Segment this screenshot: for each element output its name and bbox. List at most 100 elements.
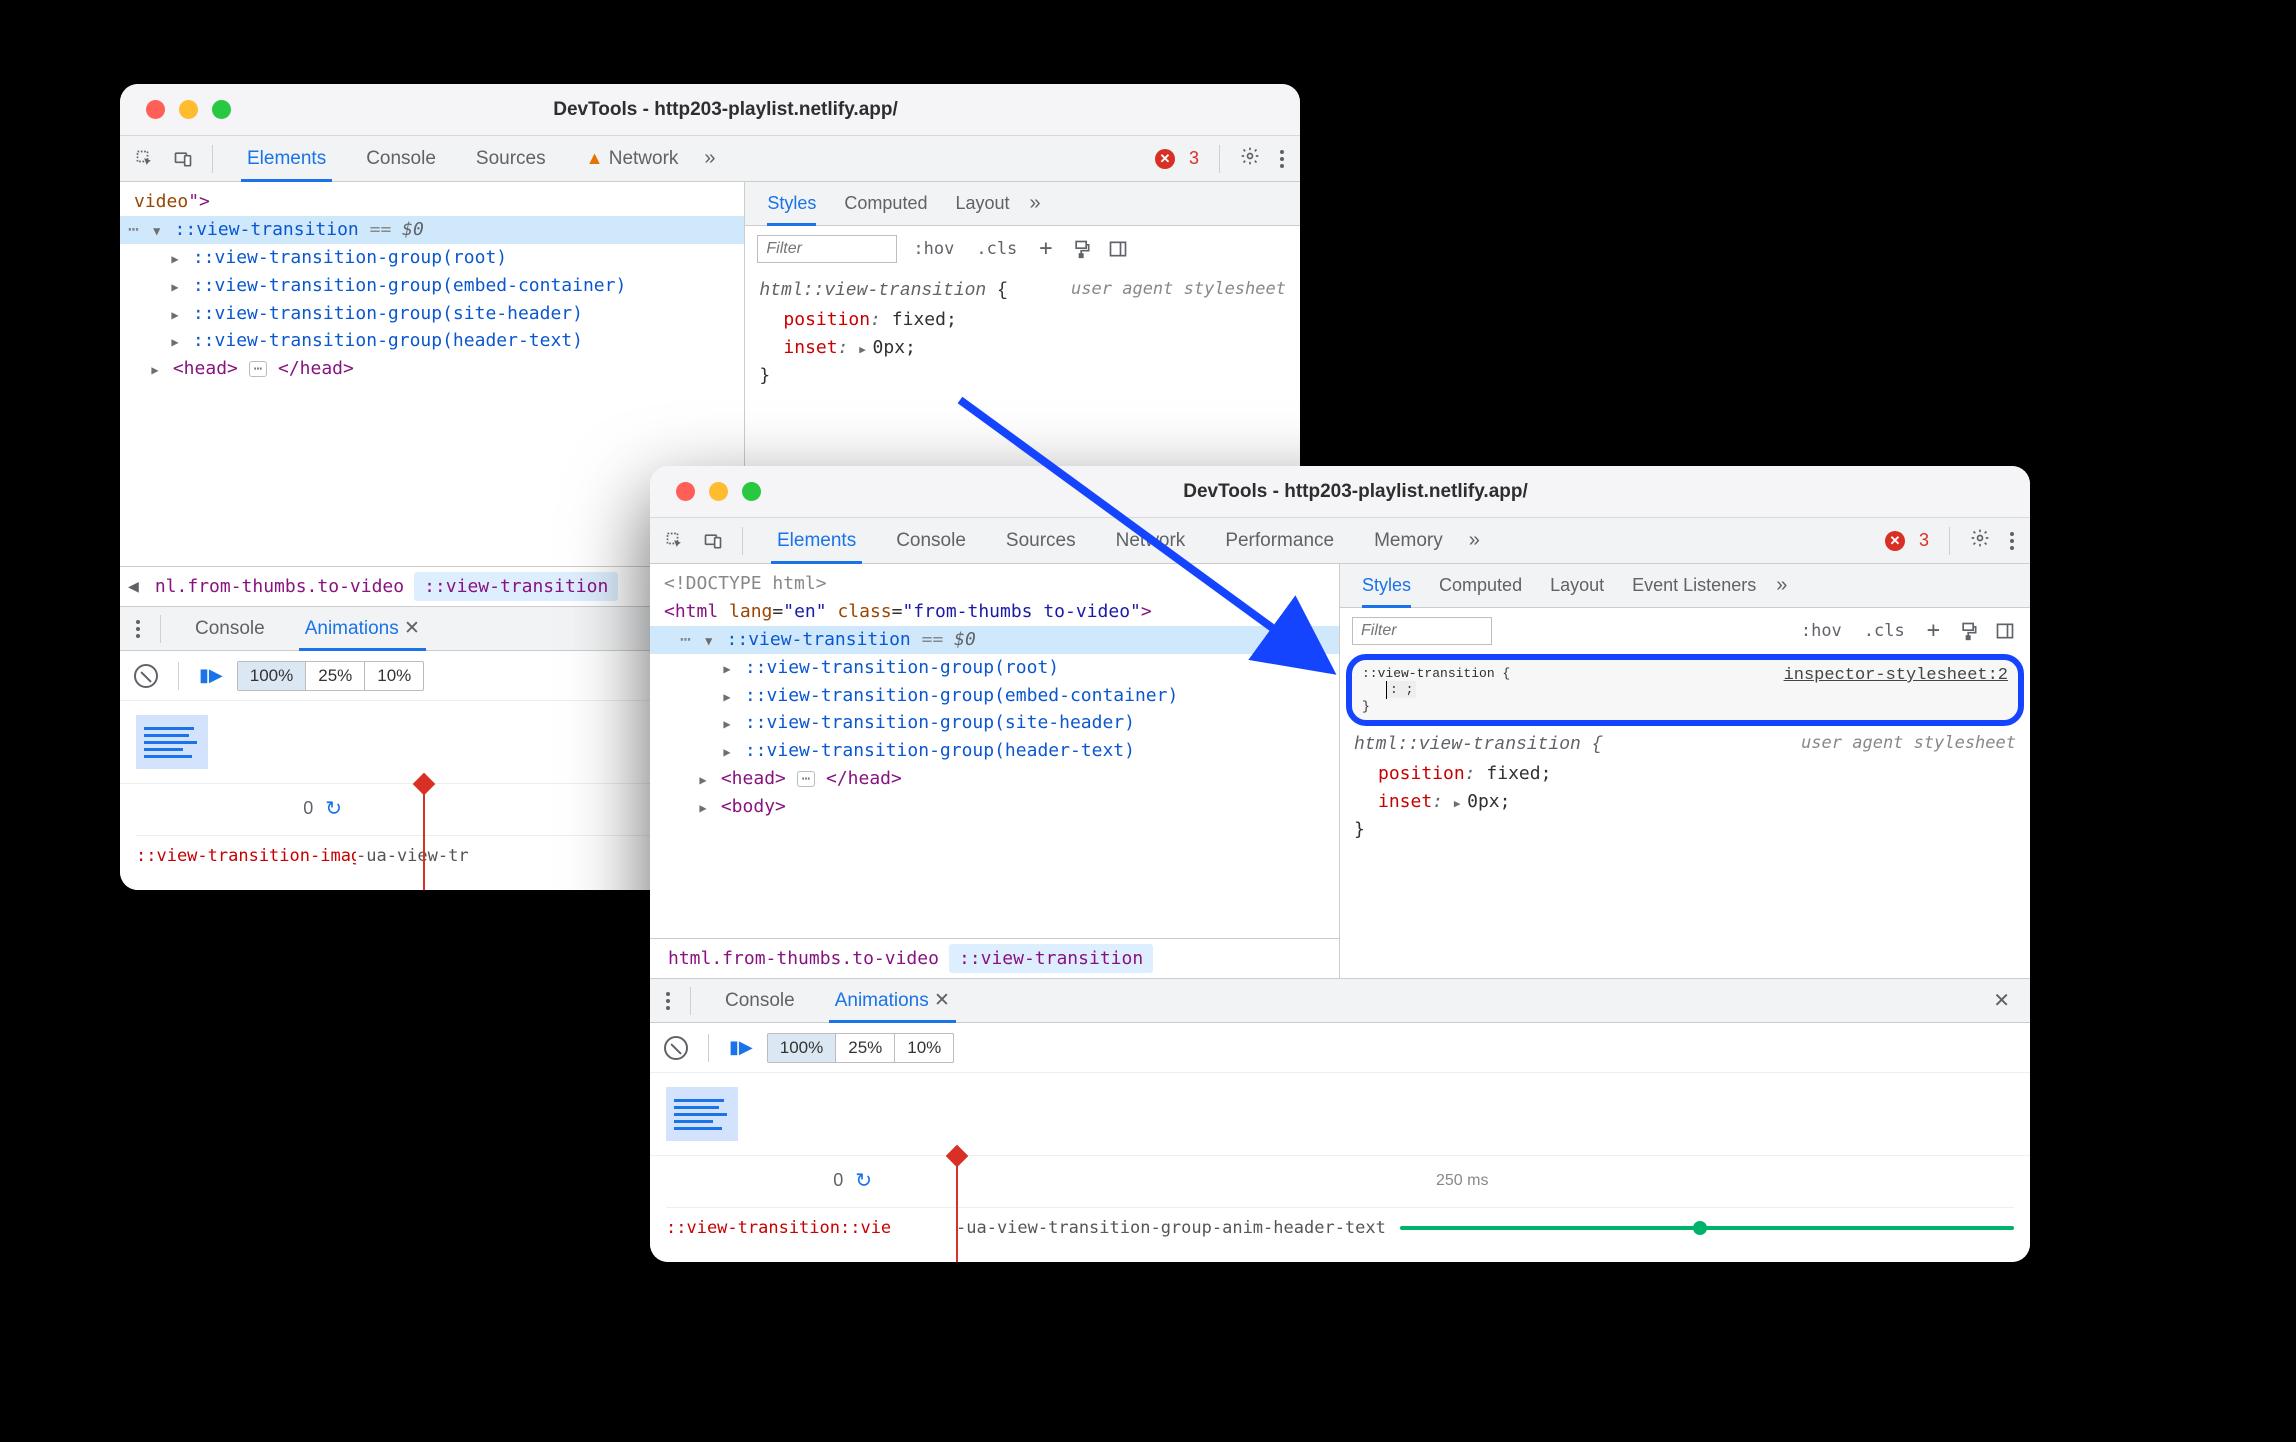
inspect-icon[interactable] [130,144,160,174]
dom-selected-row[interactable]: ⋯ ::view-transition == $0 [120,216,744,244]
crumb-html[interactable]: html.from-thumbs.to-video [658,944,949,973]
clear-icon[interactable] [134,664,158,688]
gear-icon[interactable] [1240,146,1260,172]
drawer-kebab-icon[interactable] [130,614,146,644]
paint-icon[interactable] [1069,236,1095,262]
reload-icon[interactable]: ↻ [325,796,342,821]
close-icon[interactable]: ✕ [934,989,950,1012]
dom-group-row[interactable]: ::view-transition-group(header-text) [650,737,1339,765]
animation-strip[interactable] [650,1073,2030,1156]
dom-head-row[interactable]: <head> ⋯ </head> [120,355,744,383]
more-tabs-icon[interactable] [1770,574,1787,597]
animation-row[interactable]: ::view-transition::vie -ua-view-transiti… [666,1207,2014,1248]
zoom-dot[interactable] [212,100,231,119]
plus-button[interactable]: + [1033,234,1058,263]
tab-sources[interactable]: Sources [986,518,1096,563]
styles-filter-input[interactable] [1352,617,1492,645]
panel-icon[interactable] [1992,618,2018,644]
dom-group-row[interactable]: ::view-transition-group(site-header) [650,709,1339,737]
close-dot[interactable] [146,100,165,119]
plus-button[interactable]: + [1921,616,1946,645]
close-dot[interactable] [676,482,695,501]
device-icon[interactable] [698,526,728,556]
more-tabs-icon[interactable] [1463,529,1480,552]
crumb-view-transition[interactable]: ::view-transition [414,572,618,601]
crumb-view-transition[interactable]: ::view-transition [949,944,1153,973]
playhead[interactable] [956,1156,958,1262]
tab-event-listeners[interactable]: Event Listeners [1618,564,1770,607]
play-icon[interactable]: ▮▶ [729,1037,753,1058]
css-edit-field[interactable]: : ; [1387,681,1416,698]
tab-elements[interactable]: Elements [757,518,876,563]
ellipsis-icon[interactable]: ⋯ [249,361,267,377]
cls-button[interactable]: .cls [970,237,1023,261]
inspect-icon[interactable] [660,526,690,556]
dom-group-row[interactable]: ::view-transition-group(site-header) [120,300,744,328]
speed-10[interactable]: 10% [365,662,423,690]
tab-network[interactable]: ▲ Network [566,136,699,181]
crumb-html[interactable]: nl.from-thumbs.to-video [145,572,414,601]
ellipsis-icon[interactable]: ⋯ [797,771,815,787]
tab-computed[interactable]: Computed [1425,564,1536,607]
css-rule-editing[interactable]: inspector-stylesheet:2 ::view-transition… [1352,660,2018,720]
tab-computed[interactable]: Computed [830,182,941,225]
animation-thumb[interactable] [136,715,208,769]
cls-button[interactable]: .cls [1858,619,1911,643]
play-icon[interactable]: ▮▶ [199,665,223,686]
css-rule[interactable]: user agent stylesheet html::view-transit… [745,272,1300,394]
paint-icon[interactable] [1956,618,1982,644]
error-badge-icon[interactable]: ✕ [1885,531,1905,551]
tab-sources[interactable]: Sources [456,136,566,181]
dom-selected-row[interactable]: ⋯ ::view-transition == $0 [650,626,1339,654]
tab-layout[interactable]: Layout [1536,564,1618,607]
reload-icon[interactable]: ↻ [855,1168,872,1193]
tab-styles[interactable]: Styles [1348,564,1425,607]
tab-memory[interactable]: Memory [1354,518,1463,563]
error-count[interactable]: 3 [1189,148,1199,169]
more-tabs-icon[interactable] [698,147,715,170]
dom-group-row[interactable]: ::view-transition-group(embed-container) [120,272,744,300]
drawer-close-icon[interactable]: ✕ [1983,988,2020,1013]
device-icon[interactable] [168,144,198,174]
animation-track[interactable] [1400,1226,2014,1230]
dom-group-row[interactable]: ::view-transition-group(embed-container) [650,682,1339,710]
speed-100[interactable]: 100% [238,662,306,690]
zoom-dot[interactable] [742,482,761,501]
minimize-dot[interactable] [709,482,728,501]
gear-icon[interactable] [1970,528,1990,554]
dom-group-row[interactable]: ::view-transition-group(header-text) [120,327,744,355]
crumb-left-icon[interactable]: ◀ [128,576,145,597]
speed-100[interactable]: 100% [768,1034,836,1062]
error-count[interactable]: 3 [1919,530,1929,551]
tab-performance[interactable]: Performance [1205,518,1354,563]
drawer-tab-animations[interactable]: Animations ✕ [285,607,440,650]
dom-body-row[interactable]: <body> [650,793,1339,821]
css-source-link[interactable]: inspector-stylesheet:2 [1784,666,2008,685]
css-rule[interactable]: user agent stylesheet html::view-transit… [1340,726,2030,848]
hov-button[interactable]: :hov [907,237,960,261]
drawer-tab-console[interactable]: Console [175,607,285,650]
playhead[interactable] [423,784,425,890]
speed-10[interactable]: 10% [895,1034,953,1062]
tab-elements[interactable]: Elements [227,136,346,181]
kebab-icon[interactable] [1274,144,1290,174]
dom-group-row[interactable]: ::view-transition-group(root) [650,654,1339,682]
drawer-kebab-icon[interactable] [660,986,676,1016]
minimize-dot[interactable] [179,100,198,119]
panel-icon[interactable] [1105,236,1131,262]
dom-group-row[interactable]: ::view-transition-group(root) [120,244,744,272]
speed-25[interactable]: 25% [836,1034,895,1062]
tab-styles[interactable]: Styles [753,182,830,225]
tab-console[interactable]: Console [346,136,456,181]
dom-html-row[interactable]: <html lang="en" class="from-thumbs to-vi… [650,598,1339,626]
tab-network[interactable]: Network [1096,518,1206,563]
tab-layout[interactable]: Layout [941,182,1023,225]
tab-console[interactable]: Console [876,518,986,563]
hov-button[interactable]: :hov [1795,619,1848,643]
timeline[interactable]: 0 ↻ 250 ms ::view-transition::vie -ua-vi… [650,1156,2030,1262]
dom-tree[interactable]: <!DOCTYPE html> <html lang="en" class="f… [650,564,1339,938]
kebab-icon[interactable] [2004,526,2020,556]
animation-thumb[interactable] [666,1087,738,1141]
error-badge-icon[interactable]: ✕ [1155,149,1175,169]
drawer-tab-animations[interactable]: Animations ✕ [815,979,970,1022]
